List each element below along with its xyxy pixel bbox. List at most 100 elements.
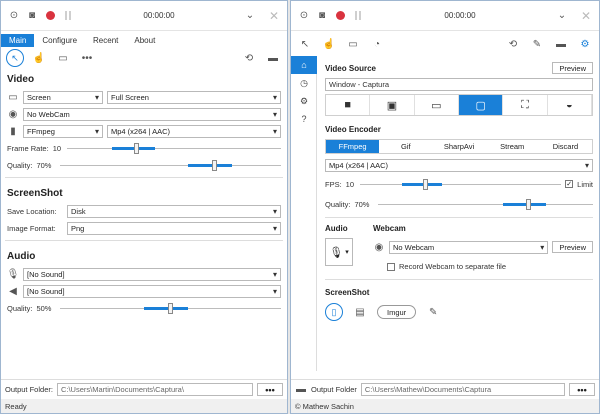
video-quality-label: Quality: xyxy=(7,160,33,170)
more-icon[interactable]: ••• xyxy=(78,49,96,67)
limit-checkbox[interactable]: ✓ xyxy=(565,180,574,188)
audio-quality-slider[interactable] xyxy=(60,302,281,315)
pause-icon xyxy=(355,11,361,20)
hand-icon[interactable]: ☝ xyxy=(320,35,338,53)
clipboard-icon[interactable]: ▤ xyxy=(351,303,369,321)
webcam-source-icon[interactable]: ■ xyxy=(326,95,371,115)
record-button[interactable] xyxy=(41,7,59,25)
refresh-icon[interactable]: ⟲ xyxy=(504,35,522,53)
tab-main[interactable]: Main xyxy=(1,34,35,47)
webcam-select[interactable]: No Webcam xyxy=(389,240,549,254)
tab-configure[interactable]: Configure xyxy=(34,34,85,47)
output-folder-bar: ▬ Output Folder C:\Users\Mathew\Document… xyxy=(291,379,599,399)
chevron-down-icon[interactable]: ⌄ xyxy=(241,7,259,25)
format-select[interactable]: Mp4 (x264 | AAC) xyxy=(107,124,281,138)
title-bar: ⊙ ◙ 00:00:00 ⌄ ✕ xyxy=(1,1,287,31)
quality-label: Quality: xyxy=(325,199,351,209)
close-icon[interactable]: ✕ xyxy=(577,7,595,25)
stopwatch-icon[interactable]: ◔ xyxy=(368,35,386,53)
region-source-icon[interactable]: ⛶ xyxy=(503,95,548,115)
browse-button[interactable]: ••• xyxy=(569,383,595,396)
cursor-icon[interactable]: ↖ xyxy=(6,49,24,67)
encoder-tabs: FFmpeg Gif SharpAvi Stream Discard xyxy=(325,139,593,154)
collapse-icon[interactable]: ⊙ xyxy=(295,7,313,25)
fps-slider[interactable] xyxy=(359,178,562,191)
microphone-select[interactable]: [No Sound] xyxy=(23,267,281,281)
history-icon[interactable]: ◷ xyxy=(291,74,317,92)
keyboard-icon[interactable]: ▭ xyxy=(54,49,72,67)
window-source-icon[interactable]: ▢ xyxy=(458,95,504,115)
settings-icon[interactable]: ⚙ xyxy=(576,35,594,53)
webcam-icon: ◉ xyxy=(374,241,384,253)
video-source-select[interactable]: Screen xyxy=(23,90,103,104)
captura-window-classic: ⊙ ◙ 00:00:00 ⌄ ✕ Main Configure Recent A… xyxy=(0,0,288,414)
gear-icon[interactable]: ⚙ xyxy=(291,92,317,110)
webcam-preview-button[interactable]: Preview xyxy=(552,241,593,253)
tab-about[interactable]: About xyxy=(126,34,163,47)
save-location-label: Save Location: xyxy=(7,206,57,216)
framerate-slider[interactable] xyxy=(66,142,281,155)
video-mode-select[interactable]: Full Screen xyxy=(107,90,281,104)
collapse-icon[interactable]: ⊙ xyxy=(5,7,23,25)
video-encoder-heading: Video Encoder xyxy=(325,125,381,134)
pause-button[interactable] xyxy=(349,7,367,25)
video-source-input[interactable]: Window - Captura xyxy=(325,78,593,91)
tab-recent[interactable]: Recent xyxy=(85,34,126,47)
tab-sharpavi[interactable]: SharpAvi xyxy=(432,140,485,153)
output-folder-label: Output Folder: xyxy=(5,385,53,394)
record-separate-checkbox[interactable] xyxy=(387,262,395,271)
chevron-down-icon[interactable]: ⌄ xyxy=(553,7,571,25)
browse-button[interactable]: ••• xyxy=(257,383,283,396)
home-icon[interactable]: ⌂ xyxy=(291,56,317,74)
framerate-label: Frame Rate: xyxy=(7,143,49,153)
limit-label: Limit xyxy=(577,179,593,189)
tab-gif[interactable]: Gif xyxy=(379,140,432,153)
refresh-icon[interactable]: ⟲ xyxy=(240,49,258,67)
tool-row: ↖ ☝ ▭ ◔ ⟲ ✎ ▬ ⚙ xyxy=(291,31,599,57)
pencil-icon[interactable]: ✎ xyxy=(424,303,442,321)
monitor-source-icon[interactable]: ▭ xyxy=(415,95,459,115)
preview-button[interactable]: Preview xyxy=(552,62,593,74)
hand-icon[interactable]: ☝ xyxy=(30,49,48,67)
imgur-button[interactable]: Imgur xyxy=(377,305,417,319)
fps-value: 10 xyxy=(345,179,355,189)
video-heading: Video xyxy=(7,74,35,85)
keyboard-icon[interactable]: ▭ xyxy=(344,35,362,53)
output-folder-path[interactable]: C:\Users\Martin\Documents\Captura\ xyxy=(56,383,253,396)
timer: 00:00:00 xyxy=(143,11,175,20)
image-format-select[interactable]: Png xyxy=(67,221,281,235)
encoder-format-select[interactable]: Mp4 (x264 | AAC) xyxy=(325,159,593,172)
tool-row: ↖ ☝ ▭ ••• ⟲ ▬ xyxy=(1,47,287,69)
folder-icon[interactable]: ▬ xyxy=(264,49,282,67)
microphone-icon: 🎙 xyxy=(329,246,344,259)
sidebar: ⌂ ◷ ⚙ ? xyxy=(291,56,317,371)
source-type-bar: ■ ▣ ▭ ▢ ⛶ ◒ xyxy=(325,94,593,116)
output-folder-path[interactable]: C:\Users\Mathew\Documents\Captura xyxy=(360,383,565,396)
brush-icon[interactable]: ✎ xyxy=(528,35,546,53)
camera-icon[interactable]: ◙ xyxy=(313,7,331,25)
webcam-select[interactable]: No WebCam xyxy=(23,107,281,121)
close-icon[interactable]: ✕ xyxy=(265,7,283,25)
camera-icon[interactable]: ◙ xyxy=(23,7,41,25)
save-location-select[interactable]: Disk xyxy=(67,204,281,218)
record-button[interactable] xyxy=(331,7,349,25)
tab-stream[interactable]: Stream xyxy=(486,140,539,153)
tab-ffmpeg[interactable]: FFmpeg xyxy=(326,140,380,153)
fps-label: FPS: xyxy=(325,179,342,189)
pause-button[interactable] xyxy=(59,7,77,25)
video-source-heading: Video Source xyxy=(325,63,376,73)
tab-discard[interactable]: Discard xyxy=(539,140,592,153)
quality-slider[interactable] xyxy=(378,198,593,211)
status-bar: Ready xyxy=(1,399,287,413)
cursor-icon[interactable]: ↖ xyxy=(296,35,314,53)
microphone-button[interactable]: 🎙 ▾ xyxy=(325,238,353,266)
help-icon[interactable]: ? xyxy=(291,110,317,128)
screenshot-heading: ScreenShot xyxy=(325,288,370,297)
save-file-icon[interactable]: ▯ xyxy=(325,303,343,321)
folder-icon[interactable]: ▬ xyxy=(552,35,570,53)
video-quality-slider[interactable] xyxy=(60,159,281,172)
speaker-select[interactable]: [No Sound] xyxy=(23,284,281,298)
gamepad-source-icon[interactable]: ◒ xyxy=(548,95,592,115)
screen-source-icon[interactable]: ▣ xyxy=(370,95,415,115)
encoder-select[interactable]: FFmpeg xyxy=(23,124,103,138)
